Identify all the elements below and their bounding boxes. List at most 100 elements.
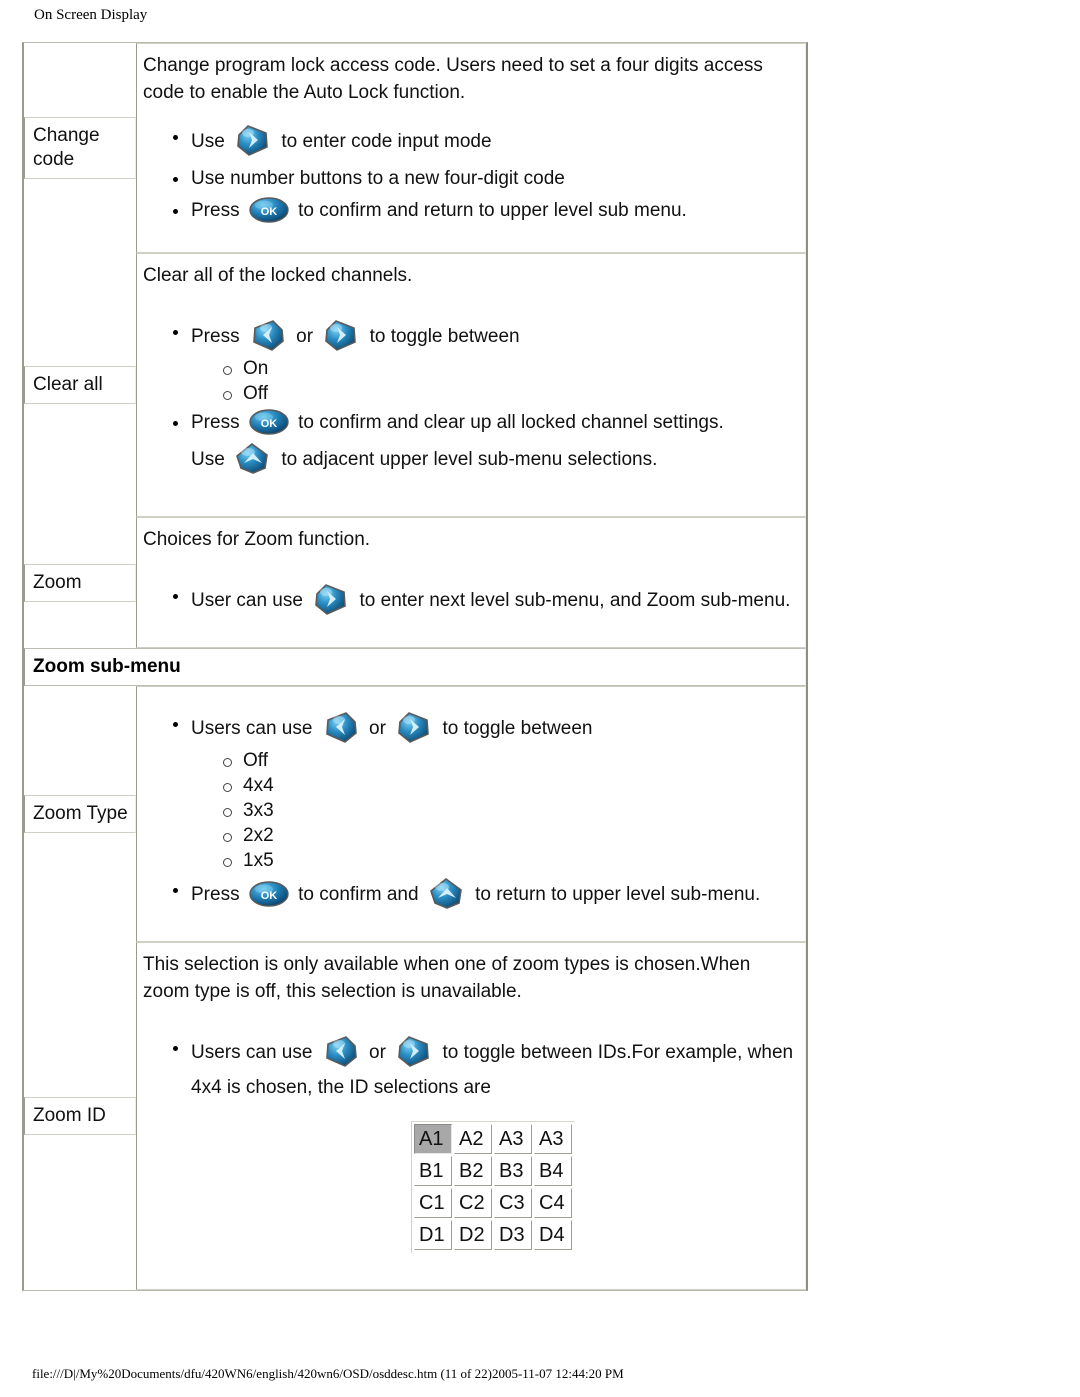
instruction-list: Users can use or to toggle between Off 4… [143,709,795,915]
table-row: Zoom Choices for Zoom function. User can… [24,517,806,649]
table-row: Zoom ID This selection is only available… [24,942,806,1291]
table-subheader-row: Zoom sub-menu [24,648,806,687]
zoom-id-cell-b3[interactable]: B3 [494,1156,532,1187]
bullet-text-post: to confirm and clear up all locked chann… [292,412,724,434]
list-item: Off [223,382,795,406]
zoom-id-cell-b2[interactable]: B2 [454,1156,492,1187]
row-body-cell: This selection is only available when on… [136,942,806,1291]
row-body-cell: Users can use or to toggle between Off 4… [136,686,806,943]
up-arrow-key-icon[interactable] [427,875,467,911]
trailer-text-pre: Use [191,449,231,471]
bullet-text-pre: Press [191,412,245,434]
bullet-text-mid: or [363,1042,392,1064]
option-list: On Off [191,357,795,406]
list-item: Users can use or to toggle between Off 4… [173,709,795,873]
bullet-text-post: to confirm and return to upper level sub… [292,200,687,222]
zoom-id-cell-c2[interactable]: C2 [454,1188,492,1219]
svg-text:OK: OK [261,418,278,430]
zoom-id-cell-d4[interactable]: D4 [534,1220,572,1251]
table-row: D1 D2 D3 D4 [414,1220,572,1251]
row-intro-text: This selection is only available when on… [143,954,751,1003]
zoom-id-cell-c3[interactable]: C3 [494,1188,532,1219]
row-label-cell: Zoom [24,517,136,649]
osd-description-table: Change code Change program lock access c… [22,42,808,1292]
list-item: Use to enter code input mode [173,122,795,162]
list-item: Use number buttons to a new four-digit c… [173,164,795,194]
bullet-text-mid: or [290,326,319,348]
bullet-text-post: to enter code input mode [276,131,492,153]
bullet-text-post: to toggle between [437,718,593,740]
instruction-list: Press or to toggle between On Off Press … [143,317,795,438]
row-label-cell: Zoom ID [24,942,136,1291]
list-item: 1x5 [223,849,795,873]
right-arrow-key-icon[interactable] [394,709,434,745]
list-item: 3x3 [223,799,795,823]
row-intro-text: Choices for Zoom function. [143,529,371,551]
zoom-id-cell-a1[interactable]: A1 [414,1124,452,1155]
right-arrow-key-icon[interactable] [321,317,361,353]
zoom-id-cell-b4[interactable]: B4 [534,1156,572,1187]
page-footer-path: file:///D|/My%20Documents/dfu/420WN6/eng… [32,1366,624,1381]
right-arrow-key-icon[interactable] [394,1033,434,1069]
list-item: Press OK to confirm and to return to upp… [173,875,795,915]
bullet-text-pre: Press [191,200,245,222]
table-row: C1 C2 C3 C4 [414,1188,572,1219]
list-item: Press OK to confirm and clear up all loc… [173,408,795,438]
zoom-id-cell-d1[interactable]: D1 [414,1220,452,1251]
right-arrow-key-icon[interactable] [233,122,273,158]
table-row: Clear all Clear all of the locked channe… [24,253,806,518]
ok-key-icon[interactable]: OK [248,196,290,224]
zoom-submenu-heading: Zoom sub-menu [24,648,806,687]
zoom-id-cell-b1[interactable]: B1 [414,1156,452,1187]
row-label: Zoom [24,563,136,602]
ok-key-icon[interactable]: OK [248,880,290,908]
svg-text:OK: OK [261,890,278,902]
row-body-cell: Change program lock access code. Users n… [136,43,806,254]
table-row: Zoom Type Users can use or to toggle bet… [24,686,806,943]
trailer-text-post: to adjacent upper level sub-menu selecti… [276,449,658,471]
row-label: Zoom ID [24,1097,136,1136]
row-intro-text: Clear all of the locked channels. [143,265,413,287]
bullet-text-pre: Press [191,884,245,906]
zoom-id-cell-d2[interactable]: D2 [454,1220,492,1251]
left-arrow-key-icon[interactable] [248,317,288,353]
list-item: 4x4 [223,774,795,798]
ok-key-icon[interactable]: OK [248,408,290,436]
row-body-cell: Clear all of the locked channels. Press … [136,253,806,518]
left-arrow-key-icon[interactable] [321,709,361,745]
table-row: B1 B2 B3 B4 [414,1156,572,1187]
zoom-id-grid: A1 A2 A3 A3 B1 B2 B3 B4 C1 C2 C3 C4 D1 D… [411,1121,575,1254]
bullet-text-pre: Users can use [191,1042,318,1064]
bullet-text-pre: User can use [191,590,309,612]
row-label-cell: Change code [24,43,136,254]
bullet-text-pre: Use [191,131,231,153]
subheader-cell: Zoom sub-menu [24,648,806,687]
zoom-id-cell-c4[interactable]: C4 [534,1188,572,1219]
bullet-text-post: to toggle between [364,326,520,348]
instruction-list: Users can use or to toggle between IDs.F… [143,1033,795,1103]
row-label-cell: Clear all [24,253,136,518]
zoom-id-cell-a2[interactable]: A2 [454,1124,492,1155]
zoom-type-option-list: Off 4x4 3x3 2x2 1x5 [191,749,795,873]
list-item: Press or to toggle between On Off [173,317,795,406]
bullet-text-post: to enter next level sub-menu, and Zoom s… [354,590,791,612]
instruction-list: Use to enter code input mode Use number … [143,122,795,226]
zoom-id-cell-c1[interactable]: C1 [414,1188,452,1219]
bullet-text: Use number buttons to a new four-digit c… [191,168,565,189]
right-arrow-key-icon[interactable] [311,581,351,617]
zoom-id-cell-a3[interactable]: A3 [494,1124,532,1155]
bullet-text-pre: Press [191,326,245,348]
table-row: A1 A2 A3 A3 [414,1124,572,1155]
zoom-id-cell-a4[interactable]: A3 [534,1124,572,1155]
list-item: Off [223,749,795,773]
bullet-text-mid: to confirm and [292,884,424,906]
up-arrow-key-icon[interactable] [233,440,273,476]
bullet-text-post: to return to upper level sub-menu. [469,884,761,906]
instruction-list: User can use to enter next level sub-men… [143,581,795,621]
row-label: Change code [24,117,136,179]
left-arrow-key-icon[interactable] [321,1033,361,1069]
bullet-text-pre: Users can use [191,718,318,740]
row-label: Zoom Type [24,795,136,834]
row-label: Clear all [24,366,136,405]
zoom-id-cell-d3[interactable]: D3 [494,1220,532,1251]
